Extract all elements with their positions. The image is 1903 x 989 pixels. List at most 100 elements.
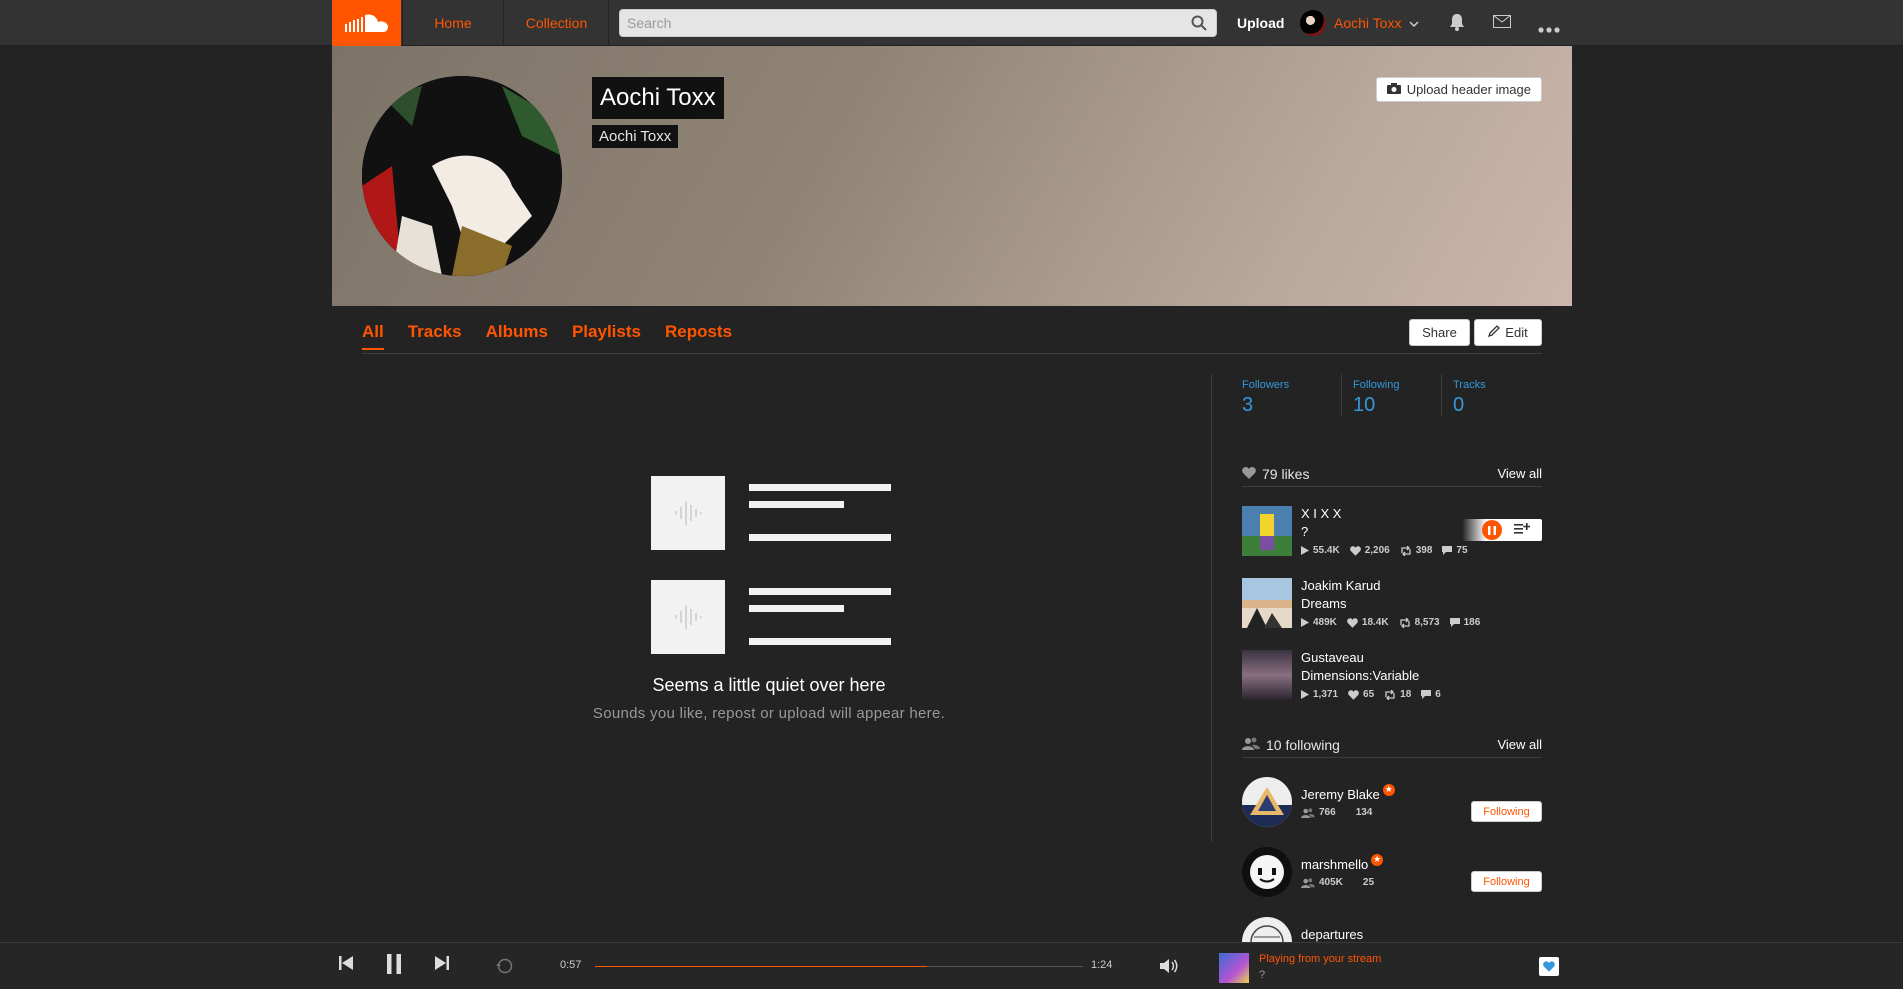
tab-playlists[interactable]: Playlists (572, 322, 641, 350)
placeholder-line (749, 534, 891, 541)
liked-track[interactable]: Joakim Karud Dreams 489K 18.4K 8,573 186 (1242, 578, 1542, 638)
profile-subtitle: Aochi Toxx (592, 125, 679, 148)
track-user[interactable]: Joakim Karud (1301, 578, 1380, 593)
track-title[interactable]: ? (1301, 524, 1308, 539)
pro-badge-icon: ★ (1382, 783, 1395, 796)
stat-followers[interactable]: Followers 3 (1242, 379, 1289, 417)
soundcloud-logo-icon[interactable] (332, 0, 401, 46)
stat-value: 3 (1242, 394, 1254, 416)
search-input[interactable] (620, 10, 1216, 36)
followers-stat: 766 (1301, 807, 1336, 818)
following-user-stats: 405K 25 (1301, 877, 1374, 888)
heart-icon (1349, 545, 1361, 556)
bell-icon[interactable] (1449, 13, 1465, 36)
stat-tracks[interactable]: Tracks 0 (1453, 379, 1486, 417)
comments-stat: 186 (1449, 617, 1480, 628)
track-user[interactable]: X I X X (1301, 506, 1341, 521)
stat-label: Tracks (1453, 379, 1486, 391)
reposts-stat: 8,573 (1399, 617, 1440, 628)
skip-back-icon[interactable] (339, 955, 353, 976)
followers-stat: 405K (1301, 877, 1343, 888)
following-user-name[interactable]: Jeremy Blake ★ (1301, 783, 1395, 802)
empty-state-subtitle: Sounds you like, repost or upload will a… (592, 705, 946, 722)
users-icon (1301, 807, 1315, 818)
track-artwork[interactable] (1242, 578, 1292, 628)
profile-tabs: All Tracks Albums Playlists Reposts (362, 322, 732, 350)
comments-stat: 6 (1421, 689, 1441, 700)
more-icon[interactable] (1538, 20, 1560, 38)
progress-bar[interactable] (595, 966, 1083, 967)
placeholder-line (749, 638, 891, 645)
following-user[interactable]: departures (1242, 917, 1542, 942)
nav-collection[interactable]: Collection (505, 0, 609, 46)
following-button[interactable]: Following (1471, 871, 1542, 892)
avatar[interactable] (1242, 917, 1292, 942)
liked-track[interactable]: Gustaveau Dimensions:Variable 1,371 65 1… (1242, 650, 1542, 710)
search-icon[interactable] (1191, 15, 1207, 36)
nav-home[interactable]: Home (402, 0, 504, 46)
share-button[interactable]: Share (1409, 319, 1470, 346)
profile-avatar (362, 76, 562, 276)
likes-stat: 2,206 (1349, 545, 1390, 556)
upload-header-image-button[interactable]: Upload header image (1375, 77, 1542, 102)
heart-icon (1348, 689, 1359, 700)
liked-track[interactable]: X I X X ? 55.4K 2,206 398 75 (1242, 506, 1542, 566)
following-button[interactable]: Following (1471, 801, 1542, 822)
progress-fill (595, 966, 927, 967)
following-user-label: departures (1301, 927, 1364, 942)
tab-all[interactable]: All (362, 322, 384, 350)
likes-view-all-link[interactable]: View all (1497, 466, 1542, 481)
avatar[interactable] (1242, 777, 1292, 827)
likes-count[interactable]: 79 likes (1262, 466, 1309, 482)
pro-badge-icon: ★ (1371, 853, 1384, 866)
following-user-name[interactable]: marshmello ★ (1301, 853, 1384, 872)
add-to-playlist-icon[interactable] (1514, 521, 1531, 539)
now-playing-artwork[interactable] (1219, 953, 1249, 983)
repost-icon (1399, 617, 1410, 628)
following-count[interactable]: 10 following (1266, 737, 1340, 753)
following-user[interactable]: Jeremy Blake ★ 766 134 Following (1242, 777, 1542, 829)
reposts-stat: 18 (1384, 689, 1411, 700)
track-artwork[interactable] (1242, 506, 1292, 556)
stat-following[interactable]: Following 10 (1353, 379, 1399, 417)
stat-value: 10 (1353, 394, 1376, 416)
plays-stat: 1,371 (1301, 689, 1338, 700)
likes-stat: 65 (1348, 689, 1374, 700)
user-menu[interactable]: Aochi Toxx (1300, 0, 1419, 46)
waveform-icon (651, 476, 725, 550)
pause-button[interactable] (1482, 520, 1502, 540)
avatar[interactable] (1242, 847, 1292, 897)
edit-button[interactable]: Edit (1474, 319, 1542, 346)
tab-tracks[interactable]: Tracks (408, 322, 462, 350)
users-icon (1242, 737, 1260, 753)
volume-icon[interactable] (1160, 958, 1180, 979)
following-view-all-link[interactable]: View all (1497, 737, 1542, 752)
plays-stat: 489K (1301, 617, 1337, 628)
track-title[interactable]: Dreams (1301, 596, 1347, 611)
mail-icon[interactable] (1493, 15, 1511, 33)
now-playing-context[interactable]: Playing from your stream (1259, 953, 1381, 965)
stat-label: Following (1353, 379, 1400, 391)
stat-separator (1341, 374, 1342, 416)
track-artwork[interactable] (1242, 650, 1292, 700)
tab-albums[interactable]: Albums (486, 322, 548, 350)
comment-icon (1449, 618, 1460, 627)
tab-reposts[interactable]: Reposts (665, 322, 732, 350)
likes-stat: 18.4K (1347, 617, 1389, 628)
following-user-name[interactable]: departures (1301, 927, 1363, 942)
repeat-icon[interactable] (495, 957, 515, 980)
skip-forward-icon[interactable] (435, 955, 449, 976)
track-actions (1462, 519, 1542, 541)
placeholder-line (749, 605, 844, 612)
edit-label: Edit (1505, 325, 1528, 340)
like-button[interactable] (1539, 957, 1559, 976)
now-playing-title[interactable]: ? (1259, 969, 1265, 981)
track-user[interactable]: Gustaveau (1301, 650, 1364, 665)
player-bar: 0:57 1:24 Playing from your stream ? (0, 942, 1903, 989)
pause-icon[interactable] (386, 954, 402, 979)
upload-link[interactable]: Upload (1237, 0, 1284, 46)
following-user[interactable]: marshmello ★ 405K 25 Following (1242, 847, 1542, 899)
plays-stat: 55.4K (1301, 545, 1340, 556)
track-title[interactable]: Dimensions:Variable (1301, 668, 1419, 683)
track-stats: 489K 18.4K 8,573 186 (1301, 617, 1480, 628)
